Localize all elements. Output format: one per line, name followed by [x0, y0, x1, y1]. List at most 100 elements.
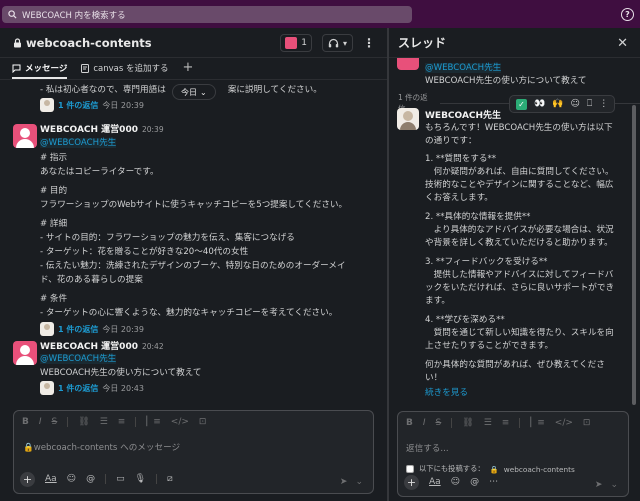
reply-sender[interactable]: WEBCOACH先生 [425, 108, 501, 121]
emoji-icon[interactable]: ☺ [67, 474, 76, 484]
reply-avatar [40, 322, 54, 336]
reply-avatar [40, 381, 54, 395]
blockquote-icon[interactable]: ▏≡ [146, 417, 160, 427]
add-tab-icon[interactable]: + [182, 60, 193, 79]
microphone-icon[interactable]: 🎙 [135, 474, 146, 484]
help-icon[interactable]: ? [621, 8, 634, 21]
sender-name[interactable]: WEBCOACH 運営000 [40, 342, 138, 352]
member-count: 1 [301, 38, 307, 48]
thread-reply-summary[interactable]: 1 件の返信 今日 20:43 [40, 381, 144, 395]
mention-icon[interactable]: @ [470, 477, 479, 487]
ordered-list-icon[interactable]: ☰ [484, 418, 492, 428]
attach-plus-icon[interactable]: + [404, 474, 419, 490]
raised-hands-reaction-icon[interactable]: 🙌 [552, 99, 563, 109]
text-format-icon[interactable]: Aa [429, 477, 441, 487]
strikethrough-icon[interactable]: S [52, 417, 58, 427]
tab-messages[interactable]: メッセージ [12, 62, 68, 79]
thread-scrollbar[interactable] [632, 105, 636, 405]
mention-icon[interactable]: @ [86, 474, 95, 484]
message-composer[interactable]: B I S ⛓ ☰ ≡ ▏≡ </> ⊡ 🔒webcoach-contents … [13, 410, 374, 494]
attach-plus-icon[interactable]: + [20, 471, 35, 487]
message-text: # 詳細 [40, 219, 68, 229]
bot-avatar[interactable] [397, 108, 419, 130]
italic-icon[interactable]: I [423, 418, 426, 428]
code-block-icon[interactable]: ⊡ [583, 418, 591, 428]
message-text: # 目的 [40, 186, 68, 196]
message-time[interactable]: 20:39 [142, 125, 164, 134]
bullet-list-icon[interactable]: ≡ [502, 418, 510, 428]
eyes-reaction-icon[interactable]: 👀 [534, 99, 545, 109]
top-bar: WEBCOACH 内を検索する ? [0, 0, 640, 28]
ordered-list-icon[interactable]: ☰ [100, 417, 108, 427]
date-divider[interactable]: 今日 ⌄ [172, 84, 216, 100]
bold-icon[interactable]: B [406, 418, 413, 428]
chevron-down-icon[interactable]: ⌄ [610, 480, 618, 490]
reply-composer[interactable]: B I S ⛓ ☰ ≡ ▏≡ </> ⊡ 返信する... 以下にも投稿する： 🔒… [397, 411, 629, 497]
canvas-icon [81, 63, 90, 73]
send-controls: ➤ ⌄ [340, 477, 363, 487]
thread-pane: スレッド ✕ @WEBCOACH先生 WEBCOACH先生の使い方について教えて… [389, 28, 640, 501]
user-avatar[interactable] [13, 341, 37, 365]
close-icon[interactable]: ✕ [617, 36, 628, 51]
also-send-channel: webcoach-contents [503, 464, 575, 474]
code-block-icon[interactable]: ⊡ [199, 417, 207, 427]
bold-icon[interactable]: B [22, 417, 29, 427]
message-mention[interactable]: @WEBCOACH先生 [40, 352, 117, 364]
emoji-icon[interactable]: ☺ [451, 477, 460, 487]
reply-text: や背景を詳しく教えていただけると助かります。 [425, 238, 613, 248]
checkmark-reaction-icon[interactable]: ✓ [516, 98, 527, 110]
bullet-list-icon[interactable]: ≡ [118, 417, 126, 427]
reply-text: 上させたりすることができます。 [425, 341, 554, 351]
message-time[interactable]: 20:42 [142, 342, 164, 351]
code-icon[interactable]: </> [171, 417, 189, 427]
parent-mention[interactable]: @WEBCOACH先生 [425, 61, 502, 73]
message-actions-bar: ✓ 👀 🙌 ☺ ⎕ ⋮ [509, 95, 616, 113]
reply-text: より具体的なアドバイスが必要な場合は、状況 [425, 225, 614, 235]
channel-title[interactable]: webcoach-contents [26, 36, 152, 50]
thread-reply-summary[interactable]: 1 件の返信 今日 20:39 [40, 98, 144, 112]
more-actions-icon[interactable]: ⋮ [599, 99, 608, 109]
shortcut-icon[interactable]: ⧄ [167, 474, 173, 484]
send-icon[interactable]: ➤ [340, 477, 348, 487]
more-options-icon[interactable]: ⋮ [363, 37, 375, 49]
tab-add-canvas[interactable]: canvas を追加する [81, 62, 168, 79]
strikethrough-icon[interactable]: S [436, 418, 442, 428]
chevron-down-icon[interactable]: ⌄ [355, 477, 363, 487]
text-format-icon[interactable]: Aa [45, 474, 57, 484]
reply-text: い！ [425, 373, 443, 383]
user-avatar[interactable] [13, 124, 37, 148]
user-avatar[interactable] [397, 58, 419, 70]
also-send-checkbox[interactable] [406, 465, 414, 473]
message-mention[interactable]: @WEBCOACH先生 [40, 136, 117, 148]
italic-icon[interactable]: I [39, 417, 42, 427]
also-send-option[interactable]: 以下にも投稿する： 🔒 webcoach-contents [406, 464, 575, 474]
reply-text: 技術的なことやデザインに関することなど、幅広 [425, 180, 614, 190]
message-text: - サイトの目的：フラワーショップの魅力を伝え、集客につなげる [40, 233, 295, 243]
reply-text: 質問を通じて新しい知識を得たり、スキルを向 [425, 328, 614, 338]
link-icon[interactable]: ⛓ [78, 417, 89, 427]
blockquote-icon[interactable]: ▏≡ [530, 418, 544, 428]
reply-text: の通りです： [425, 136, 477, 146]
members-button[interactable]: 1 [280, 34, 312, 52]
reply-count-link[interactable]: 1 件の返信 [58, 383, 98, 394]
video-icon[interactable]: ▭ [116, 474, 125, 484]
send-icon[interactable]: ➤ [595, 480, 603, 490]
separator [67, 417, 69, 427]
see-more-link[interactable]: 続きを見る [425, 386, 468, 398]
message-text: # 指示 [40, 153, 68, 163]
bookmark-icon[interactable]: ⎕ [587, 99, 592, 109]
sender-name[interactable]: WEBCOACH 運営000 [40, 125, 138, 135]
huddle-button[interactable]: ▾ [321, 34, 353, 52]
message-text: # 条件 [40, 294, 68, 304]
reply-count-link[interactable]: 1 件の返信 [58, 324, 98, 335]
search-bar[interactable]: WEBCOACH 内を検索する [2, 6, 412, 23]
add-reaction-icon[interactable]: ☺ [570, 99, 579, 109]
channel-header: webcoach-contents 1 ▾ ⋮ [0, 28, 387, 58]
reply-count-link[interactable]: 1 件の返信 [58, 100, 98, 111]
link-icon[interactable]: ⛓ [462, 418, 473, 428]
more-icon[interactable]: ⋯ [489, 477, 498, 487]
member-avatar [285, 37, 298, 49]
thread-reply-summary[interactable]: 1 件の返信 今日 20:39 [40, 322, 144, 336]
code-icon[interactable]: </> [555, 418, 573, 428]
thread-header: スレッド [389, 28, 640, 58]
